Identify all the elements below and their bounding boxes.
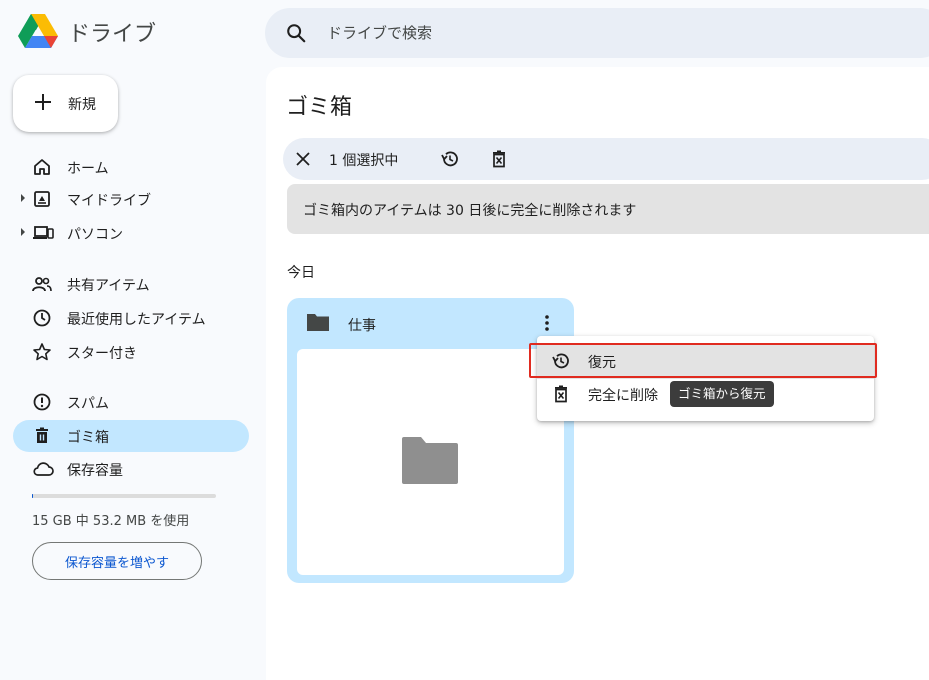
tooltip: ゴミ箱から復元 bbox=[670, 381, 774, 407]
expand-caret-icon[interactable] bbox=[21, 194, 25, 202]
folder-card[interactable]: 仕事 bbox=[287, 298, 574, 583]
menu-item-label: 復元 bbox=[588, 355, 616, 371]
sidebar-item-label: マイドライブ bbox=[67, 193, 151, 209]
expand-caret-icon[interactable] bbox=[21, 228, 25, 236]
close-icon[interactable] bbox=[295, 151, 311, 171]
new-button-label: 新規 bbox=[68, 97, 96, 113]
sidebar-item-my-drive[interactable]: マイドライブ bbox=[13, 183, 249, 215]
selection-toolbar: 1 個選択中 bbox=[283, 138, 929, 180]
storage-usage-text: 15 GB 中 53.2 MB を使用 bbox=[32, 514, 190, 529]
home-icon bbox=[32, 157, 52, 177]
sidebar-item-label: パソコン bbox=[67, 227, 123, 243]
sidebar-item-shared[interactable]: 共有アイテム bbox=[13, 268, 249, 300]
sidebar-item-label: スター付き bbox=[67, 346, 137, 362]
sidebar-item-label: ホーム bbox=[67, 161, 109, 177]
my-drive-icon bbox=[32, 189, 52, 209]
sidebar-item-label: スパム bbox=[67, 396, 109, 412]
sidebar-item-label: 保存容量 bbox=[67, 463, 123, 479]
sidebar-item-label: 共有アイテム bbox=[67, 278, 150, 294]
trash-notice-banner: ゴミ箱内のアイテムは 30 日後に完全に削除されます bbox=[287, 184, 929, 234]
sidebar-item-home[interactable]: ホーム bbox=[13, 151, 249, 183]
restore-icon bbox=[551, 351, 571, 375]
folder-icon bbox=[306, 312, 330, 336]
sidebar-item-trash[interactable]: ゴミ箱 bbox=[13, 420, 249, 452]
new-button[interactable]: 新規 bbox=[13, 75, 118, 132]
section-label-today: 今日 bbox=[287, 265, 315, 281]
context-menu: 復元 完全に削除 bbox=[537, 336, 874, 421]
drive-logo[interactable] bbox=[18, 14, 58, 50]
sidebar-item-label: ゴミ箱 bbox=[67, 430, 109, 446]
sidebar-item-label: 最近使用したアイテム bbox=[67, 312, 206, 328]
spam-icon bbox=[32, 392, 52, 412]
sidebar-item-storage[interactable]: 保存容量 bbox=[13, 453, 249, 485]
get-more-storage-button[interactable]: 保存容量を増やす bbox=[32, 542, 202, 580]
folder-icon bbox=[401, 437, 459, 489]
folder-name: 仕事 bbox=[348, 318, 376, 334]
menu-item-restore[interactable]: 復元 bbox=[537, 343, 874, 379]
star-icon bbox=[32, 342, 52, 362]
storage-usage-bar bbox=[32, 494, 216, 498]
sidebar-item-spam[interactable]: スパム bbox=[13, 386, 249, 418]
sidebar-item-starred[interactable]: スター付き bbox=[13, 336, 249, 368]
menu-item-label: 完全に削除 bbox=[588, 388, 658, 404]
trash-notice-text: ゴミ箱内のアイテムは 30 日後に完全に削除されます bbox=[303, 203, 637, 219]
delete-forever-icon[interactable] bbox=[489, 149, 509, 173]
search-icon[interactable] bbox=[285, 22, 307, 48]
computers-icon bbox=[32, 223, 54, 243]
restore-icon[interactable] bbox=[440, 149, 460, 173]
folder-preview[interactable] bbox=[297, 349, 564, 575]
search-input[interactable] bbox=[327, 20, 887, 46]
shared-icon bbox=[32, 274, 52, 294]
cloud-icon bbox=[32, 459, 54, 479]
more-options-icon[interactable] bbox=[543, 314, 551, 336]
sidebar-item-recent[interactable]: 最近使用したアイテム bbox=[13, 302, 249, 334]
sidebar-item-computers[interactable]: パソコン bbox=[13, 217, 249, 249]
app-name[interactable]: ドライブ bbox=[68, 16, 156, 48]
plus-icon bbox=[33, 92, 53, 116]
page-title: ゴミ箱 bbox=[286, 95, 353, 120]
search-bar[interactable] bbox=[265, 8, 929, 58]
delete-forever-icon bbox=[551, 384, 571, 408]
trash-icon bbox=[32, 426, 52, 446]
recent-icon bbox=[32, 308, 52, 328]
selection-count: 1 個選択中 bbox=[329, 153, 399, 169]
